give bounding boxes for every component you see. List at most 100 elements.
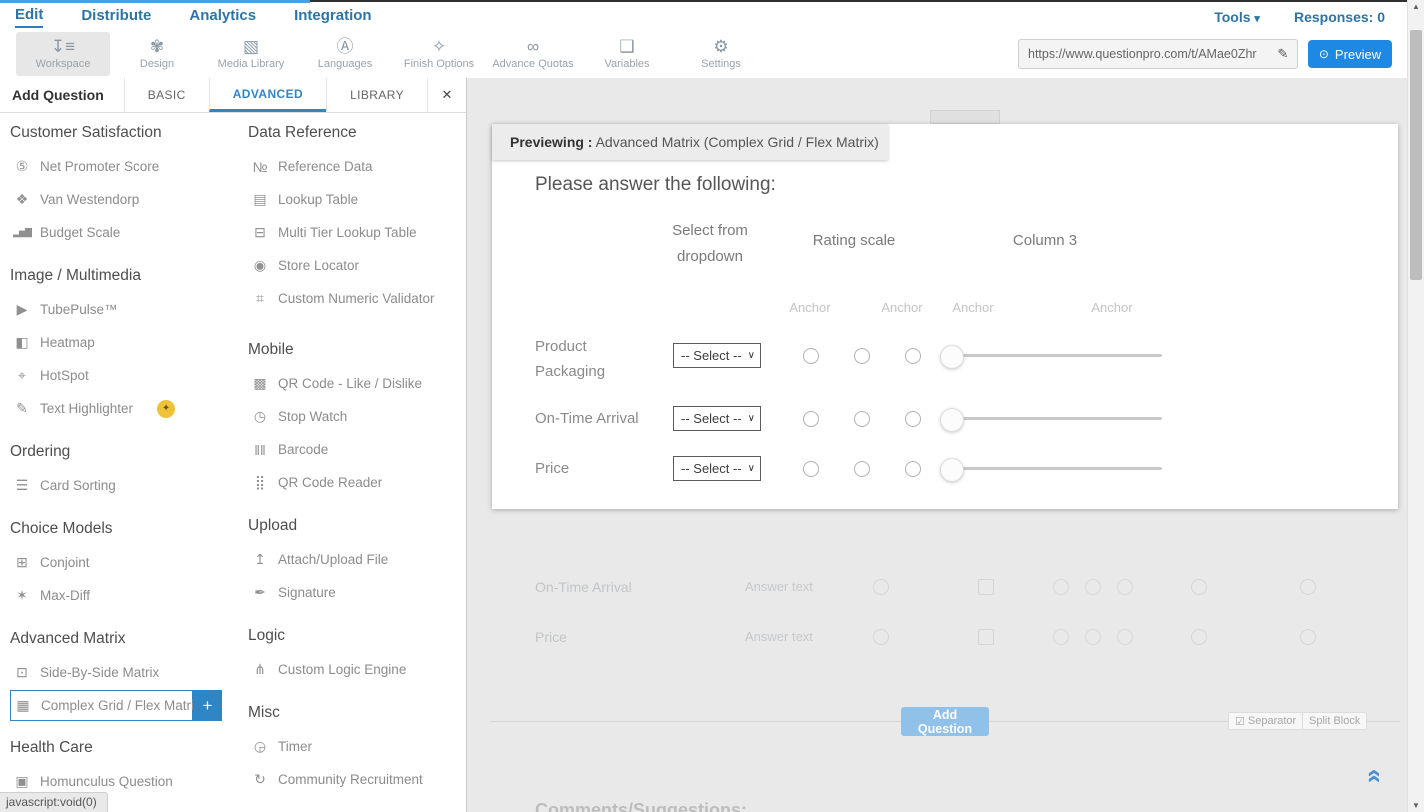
nav-tab-analytics[interactable]: Analytics [189,7,256,27]
sidebar-item-lookup-table[interactable]: ▤ Lookup Table [248,183,463,216]
settings-gear-icon: ⚙ [713,38,728,56]
item-label: Complex Grid / Flex Matrix [35,698,201,713]
slider-track[interactable] [940,417,1162,420]
sidebar-item-max-diff[interactable]: ✶ Max-Diff [10,579,242,612]
sidebar-item-store-locator[interactable]: ◉ Store Locator [248,249,463,282]
toolbar-label: Settings [701,58,741,70]
section-misc: Misc ◶ Timer ↻ Community Recruitment [248,704,463,796]
toolbar-workspace-button[interactable]: ↧≡ Workspace [16,32,110,76]
tab-basic[interactable]: BASIC [124,78,209,112]
edit-url-pencil-icon[interactable]: ✎ [1269,46,1297,62]
rating-radio[interactable] [905,461,921,477]
sidebar-item-net-promoter-score[interactable]: ⑤ Net Promoter Score [10,150,242,183]
rating-radio[interactable] [803,348,819,364]
toolbar-settings-button[interactable]: ⚙ Settings [674,32,768,76]
item-label: Timer [272,739,312,754]
premium-badge-icon: ✦ [157,400,175,418]
rating-radio[interactable] [854,348,870,364]
tab-advanced[interactable]: ADVANCED [209,78,326,112]
sidebar-item-qr-code-reader[interactable]: ⣿ QR Code Reader [248,466,463,499]
sidebar-item-side-by-side-matrix[interactable]: ⊡ Side-By-Side Matrix [10,656,242,689]
scrollbar-up-arrow-icon[interactable]: ▲ [1408,2,1424,11]
sidebar-item-van-westendorp[interactable]: ❖ Van Westendorp [10,183,242,216]
close-icon[interactable]: ✕ [427,78,466,112]
rating-slider[interactable] [940,396,1162,442]
section-title: Mobile [248,341,463,363]
preview-button-label: Preview [1335,47,1381,62]
item-label: QR Code Reader [272,475,382,490]
slider-track[interactable] [940,467,1162,470]
side-by-side-matrix-icon: ⊡ [10,664,34,681]
sidebar-item-qr-code-like-dislike[interactable]: ▩ QR Code - Like / Dislike [248,367,463,400]
dropdown-select[interactable]: -- Select -- ∨ [673,456,761,481]
section-title: Upload [248,517,463,539]
sidebar-item-card-sorting[interactable]: ☰ Card Sorting [10,469,242,502]
separator-toggle-button[interactable]: ☑ Separator [1228,712,1303,730]
nav-tab-distribute[interactable]: Distribute [81,7,151,27]
responses-count[interactable]: Responses: 0 [1294,9,1385,25]
sidebar-item-text-highlighter[interactable]: ✎ Text Highlighter ✦ [10,392,242,425]
sidebar-item-attach-upload-file[interactable]: ↥ Attach/Upload File [248,543,463,576]
rating-radio[interactable] [854,461,870,477]
preview-button[interactable]: ⊙ Preview [1308,40,1392,68]
nav-tab-edit[interactable]: Edit [15,6,43,28]
sidebar-item-budget-scale[interactable]: ▂▅▇ Budget Scale [10,216,242,249]
tab-library[interactable]: LIBRARY [326,78,427,112]
add-question-button[interactable]: Add Question [901,707,989,736]
item-label: Lookup Table [272,192,358,207]
section-ordering: Ordering ☰ Card Sorting [10,443,242,502]
sidebar-item-stop-watch[interactable]: ◷ Stop Watch [248,400,463,433]
sidebar-item-community-recruitment[interactable]: ↻ Community Recruitment [248,763,463,796]
toolbar-languages-button[interactable]: Ⓐ Languages [298,32,392,76]
sidebar-item-tubepulse[interactable]: ▶ TubePulse™ [10,293,242,326]
scrollbar[interactable]: ▲ ▼ [1407,0,1424,812]
slider-track[interactable] [940,354,1162,357]
sidebar-item-barcode[interactable]: ‖‖ Barcode [248,433,463,466]
qr-code-reader-icon: ⣿ [248,474,272,491]
sidebar-item-heatmap[interactable]: ◧ Heatmap [10,326,242,359]
selected-item-box[interactable]: ▦ Complex Grid / Flex Matrix [10,690,193,721]
previewing-header: Previewing : Advanced Matrix (Complex Gr… [492,124,888,160]
toolbar-design-button[interactable]: ✾ Design [110,32,204,76]
scrollbar-down-arrow-icon[interactable]: ▼ [1408,801,1424,810]
sidebar-item-custom-logic-engine[interactable]: ⋔ Custom Logic Engine [248,653,463,686]
rating-radio[interactable] [905,411,921,427]
advance-quotas-links-icon: ∞ [527,38,539,56]
dropdown-select[interactable]: -- Select -- ∨ [673,343,761,368]
slider-handle[interactable] [940,458,964,482]
slider-handle[interactable] [940,408,964,432]
survey-url-input[interactable] [1019,47,1269,61]
sidebar-item-timer[interactable]: ◶ Timer [248,730,463,763]
barcode-icon: ‖‖ [248,442,272,458]
scroll-to-top-button[interactable]: » [1367,762,1403,792]
sidebar-item-hotspot[interactable]: ⌖ HotSpot [10,359,242,392]
toolbar-label: Finish Options [404,58,474,70]
add-question-plus-button[interactable]: + [193,690,222,721]
rating-radio[interactable] [803,411,819,427]
sidebar-item-conjoint[interactable]: ⊞ Conjoint [10,546,242,579]
toolbar-finish-options-button[interactable]: ✧ Finish Options [392,32,486,76]
nav-tab-integration[interactable]: Integration [294,7,372,27]
rating-slider[interactable] [940,333,1162,379]
toolbar-advance-quotas-button[interactable]: ∞ Advance Quotas [486,32,580,76]
dropdown-select[interactable]: -- Select -- ∨ [673,406,761,431]
toolbar-variables-button[interactable]: ❑ Variables [580,32,674,76]
sidebar-item-multi-tier-lookup-table[interactable]: ⊟ Multi Tier Lookup Table [248,216,463,249]
rating-slider[interactable] [940,446,1162,492]
sidebar-item-reference-data[interactable]: № Reference Data [248,150,463,183]
heatmap-icon: ◧ [10,334,34,351]
rating-radio[interactable] [803,461,819,477]
rating-radio[interactable] [905,348,921,364]
row-label: Price [535,446,569,492]
rating-radio[interactable] [854,411,870,427]
scrollbar-thumb[interactable] [1410,30,1422,280]
toolbar-label: Advance Quotas [492,58,573,70]
slider-handle[interactable] [940,345,964,369]
sidebar-item-custom-numeric-validator[interactable]: ⌗ Custom Numeric Validator [248,282,463,315]
tools-dropdown[interactable]: Tools ▾ [1214,9,1260,25]
toolbar-label: Design [140,58,174,70]
toolbar-media-library-button[interactable]: ▧ Media Library [204,32,298,76]
split-block-button[interactable]: Split Block [1302,712,1367,730]
sidebar-item-signature[interactable]: ✒ Signature [248,576,463,609]
sidebar-item-complex-grid-flex-matrix-selected[interactable]: ▦ Complex Grid / Flex Matrix + [10,690,242,721]
